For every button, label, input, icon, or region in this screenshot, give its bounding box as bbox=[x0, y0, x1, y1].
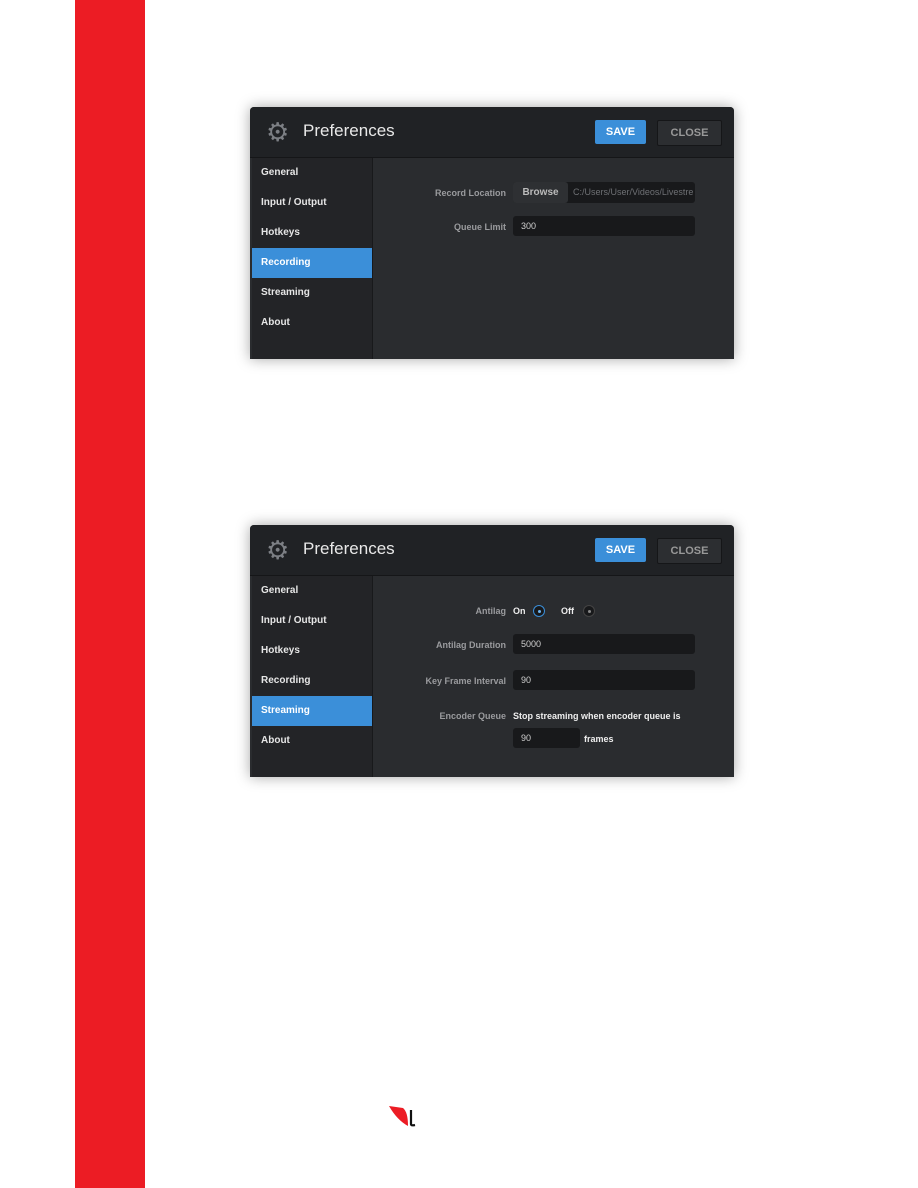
save-button[interactable]: SAVE bbox=[595, 120, 646, 144]
dialog-header: ⚙ Preferences SAVE CLOSE bbox=[250, 525, 734, 576]
sidebar: General Input / Output Hotkeys Recording… bbox=[252, 158, 373, 359]
frames-label: frames bbox=[584, 734, 614, 744]
encoder-queue-text: Stop streaming when encoder queue is bbox=[513, 711, 681, 721]
sidebar: General Input / Output Hotkeys Recording… bbox=[252, 576, 373, 777]
antilag-label: Antilag bbox=[475, 606, 507, 616]
gear-icon: ⚙ bbox=[266, 535, 290, 565]
dialog-header: ⚙ Preferences SAVE CLOSE bbox=[250, 107, 734, 158]
antilag-off-label: Off bbox=[561, 606, 574, 616]
sidebar-item-general[interactable]: General bbox=[252, 576, 372, 606]
gear-icon: ⚙ bbox=[266, 117, 290, 147]
antilag-on-radio[interactable] bbox=[533, 605, 545, 617]
sidebar-item-recording[interactable]: Recording bbox=[252, 666, 372, 696]
record-location-label: Record Location bbox=[434, 188, 506, 198]
sidebar-item-hotkeys[interactable]: Hotkeys bbox=[252, 636, 372, 666]
browse-button[interactable]: Browse bbox=[513, 182, 568, 203]
sidebar-item-input-output[interactable]: Input / Output bbox=[252, 188, 372, 218]
red-side-bar bbox=[75, 0, 145, 1188]
sidebar-item-recording[interactable]: Recording bbox=[252, 248, 372, 278]
sidebar-item-streaming[interactable]: Streaming bbox=[252, 278, 372, 308]
save-button[interactable]: SAVE bbox=[595, 538, 646, 562]
sidebar-item-hotkeys[interactable]: Hotkeys bbox=[252, 218, 372, 248]
sidebar-item-streaming[interactable]: Streaming bbox=[252, 696, 372, 726]
encoder-queue-input[interactable]: 90 bbox=[513, 728, 580, 748]
antilag-duration-input[interactable]: 5000 bbox=[513, 634, 695, 654]
queue-limit-label: Queue Limit bbox=[453, 222, 506, 232]
brand-logo bbox=[389, 1106, 416, 1127]
dialog-title: Preferences bbox=[303, 539, 395, 558]
dialog-title: Preferences bbox=[303, 121, 395, 140]
sidebar-item-input-output[interactable]: Input / Output bbox=[252, 606, 372, 636]
recording-settings: Record Location Browse C:/Users/User/Vid… bbox=[373, 158, 734, 359]
sidebar-item-about[interactable]: About bbox=[252, 726, 372, 756]
queue-limit-input[interactable]: 300 bbox=[513, 216, 695, 236]
antilag-duration-label: Antilag Duration bbox=[436, 640, 506, 650]
antilag-on-label: On bbox=[513, 606, 526, 616]
record-path[interactable]: C:/Users/User/Videos/Livestre bbox=[568, 182, 693, 203]
key-frame-interval-input[interactable]: 90 bbox=[513, 670, 695, 690]
close-button[interactable]: CLOSE bbox=[657, 538, 722, 564]
encoder-queue-label: Encoder Queue bbox=[439, 711, 506, 721]
key-frame-interval-label: Key Frame Interval bbox=[425, 676, 506, 686]
preferences-window-recording: ⚙ Preferences SAVE CLOSE General Input /… bbox=[250, 107, 734, 359]
close-button[interactable]: CLOSE bbox=[657, 120, 722, 146]
record-location-field: Browse C:/Users/User/Videos/Livestre bbox=[513, 182, 695, 203]
sidebar-item-about[interactable]: About bbox=[252, 308, 372, 338]
sidebar-item-general[interactable]: General bbox=[252, 158, 372, 188]
streaming-settings: Antilag On Off Antilag Duration 5000 Key… bbox=[373, 576, 734, 777]
preferences-window-streaming: ⚙ Preferences SAVE CLOSE General Input /… bbox=[250, 525, 734, 777]
antilag-off-radio[interactable] bbox=[583, 605, 595, 617]
